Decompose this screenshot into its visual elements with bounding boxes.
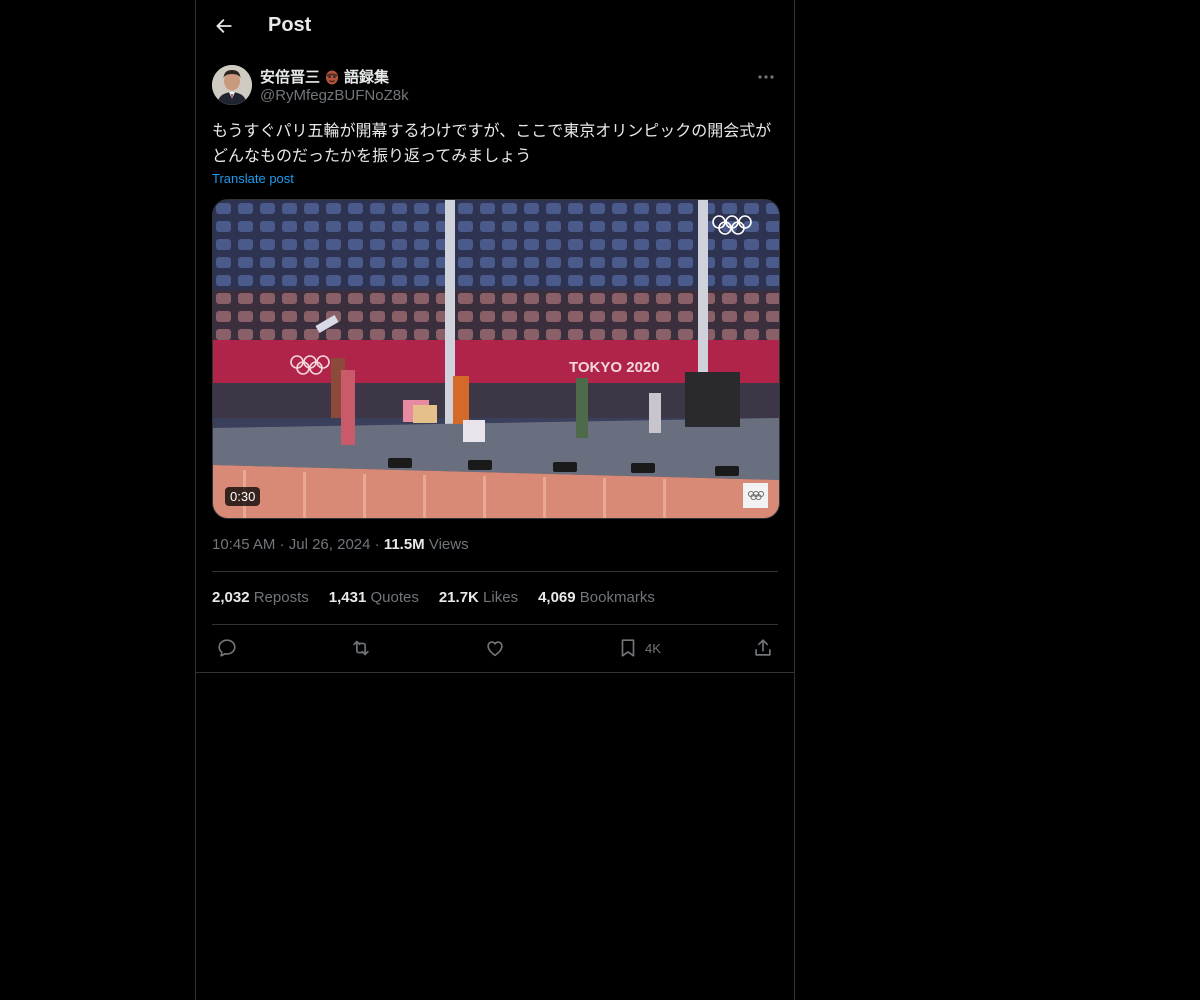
divider [212, 571, 778, 572]
back-arrow-icon [216, 19, 232, 33]
likes-count: 21.7K [438, 589, 479, 606]
like-icon [487, 641, 503, 657]
more-button[interactable] [754, 67, 778, 87]
reply-icon [218, 639, 236, 657]
tweet-date[interactable]: Jul 26, 2024 [289, 536, 371, 553]
translate-post-link[interactable]: Translate post [212, 171, 294, 186]
video-player[interactable]: TOKYO 2020 0:30 [212, 199, 780, 519]
display-name-suffix: 語録集 [344, 69, 390, 86]
meta-separator: · [374, 536, 384, 553]
action-bar: 4K [212, 636, 778, 660]
engagement-stats: 2,032 Reposts 1,431 Quotes 21.7K Likes 4… [212, 589, 655, 606]
views-label: Views [428, 536, 469, 553]
bookmark-icon [621, 639, 635, 657]
like-button[interactable] [484, 636, 506, 660]
share-button[interactable] [752, 636, 774, 660]
bookmark-button[interactable]: 4K [617, 636, 661, 660]
reposts-stat[interactable]: 2,032 Reposts [212, 589, 309, 606]
reposts-count: 2,032 [212, 589, 250, 606]
quotes-label: Quotes [370, 589, 419, 606]
more-icon [758, 75, 774, 79]
tweet-author: 安倍晋三 語録集 @RyMfegzBUFNoZ8k [212, 65, 778, 109]
quotes-stat[interactable]: 1,431 Quotes [329, 589, 419, 606]
meta-separator: · [279, 536, 289, 553]
reply-button[interactable] [216, 636, 238, 660]
quotes-count: 1,431 [328, 589, 367, 606]
reposts-label: Reposts [253, 589, 309, 606]
olympic-banner-text: TOKYO 2020 [569, 359, 660, 376]
avatar[interactable] [212, 65, 252, 105]
mask-emoji-icon [326, 70, 339, 84]
display-name: 安倍晋三 [260, 69, 321, 86]
likes-stat[interactable]: 21.7K Likes [439, 589, 518, 606]
tweet-time[interactable]: 10:45 AM [212, 536, 275, 553]
back-button[interactable] [210, 12, 238, 40]
views-count: 11.5M [383, 536, 425, 553]
tweet-meta: 10:45 AM · Jul 26, 2024 · 11.5M Views [212, 536, 469, 553]
page-title: Post [268, 14, 312, 36]
primary-column: Post 安倍晋三 語録集 @RyMfegzBUFNoZ8k もうすぐパリ五輪が… [195, 0, 795, 1000]
video-duration-badge: 0:30 [225, 487, 261, 506]
author-handle[interactable]: @RyMfegzBUFNoZ8k [260, 87, 409, 104]
bookmarks-label: Bookmarks [579, 589, 655, 606]
bookmarks-count: 4,069 [538, 589, 576, 606]
repost-button[interactable] [350, 636, 372, 660]
post-bottom-border [196, 672, 794, 673]
share-icon [755, 639, 771, 656]
author-name-line[interactable]: 安倍晋三 語録集 [260, 66, 389, 87]
tweet-text: もうすぐパリ五輪が開幕するわけですが、ここで東京オリンピックの開会式がどんなもの… [212, 123, 772, 165]
likes-label: Likes [483, 589, 519, 606]
video-thumbnail: TOKYO 2020 [213, 200, 779, 518]
bookmark-count: 4K [645, 640, 661, 656]
bookmarks-stat[interactable]: 4,069 Bookmarks [538, 589, 655, 606]
top-bar: Post [196, 0, 794, 53]
repost-icon [353, 640, 369, 656]
divider [212, 624, 778, 625]
